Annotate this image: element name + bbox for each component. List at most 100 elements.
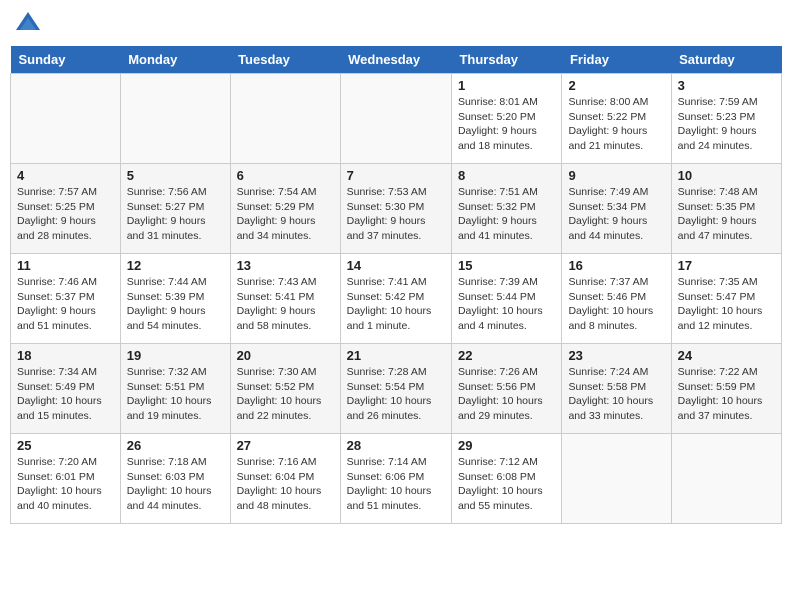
header-sunday: Sunday	[11, 46, 121, 74]
calendar-cell: 18 Sunrise: 7:34 AM Sunset: 5:49 PM Dayli…	[11, 344, 121, 434]
calendar-cell	[340, 74, 451, 164]
day-info: Sunrise: 7:39 AM Sunset: 5:44 PM Dayligh…	[458, 275, 555, 334]
calendar-cell: 9 Sunrise: 7:49 AM Sunset: 5:34 PM Daylig…	[562, 164, 671, 254]
day-number: 21	[347, 348, 445, 363]
day-info: Sunrise: 7:35 AM Sunset: 5:47 PM Dayligh…	[678, 275, 775, 334]
day-number: 10	[678, 168, 775, 183]
logo-icon	[14, 10, 42, 38]
day-info: Sunrise: 7:41 AM Sunset: 5:42 PM Dayligh…	[347, 275, 445, 334]
calendar-week-row: 11 Sunrise: 7:46 AM Sunset: 5:37 PM Dayli…	[11, 254, 782, 344]
calendar-cell: 24 Sunrise: 7:22 AM Sunset: 5:59 PM Dayli…	[671, 344, 781, 434]
day-number: 5	[127, 168, 224, 183]
calendar-cell: 26Sunrise: 7:18 AM Sunset: 6:03 PM Dayli…	[120, 434, 230, 524]
day-number: 11	[17, 258, 114, 273]
day-info: Sunrise: 7:43 AM Sunset: 5:41 PM Dayligh…	[237, 275, 334, 334]
logo	[14, 10, 46, 38]
day-number: 8	[458, 168, 555, 183]
day-info: Sunrise: 7:32 AM Sunset: 5:51 PM Dayligh…	[127, 365, 224, 424]
day-info: Sunrise: 7:44 AM Sunset: 5:39 PM Dayligh…	[127, 275, 224, 334]
day-number: 17	[678, 258, 775, 273]
day-info: Sunrise: 7:20 AM Sunset: 6:01 PM Dayligh…	[17, 455, 114, 514]
calendar-cell	[120, 74, 230, 164]
calendar-week-row: 25 Sunrise: 7:20 AM Sunset: 6:01 PM Dayli…	[11, 434, 782, 524]
day-number: 1	[458, 78, 555, 93]
day-info: Sunrise: 7:18 AM Sunset: 6:03 PM Dayligh…	[127, 455, 224, 514]
calendar-cell	[11, 74, 121, 164]
day-number: 9	[568, 168, 664, 183]
day-number: 2	[568, 78, 664, 93]
calendar-header-row: SundayMondayTuesdayWednesdayThursdayFrid…	[11, 46, 782, 74]
day-number: 25	[17, 438, 114, 453]
day-info: Sunrise: 7:37 AM Sunset: 5:46 PM Dayligh…	[568, 275, 664, 334]
calendar-cell: 13Sunrise: 7:43 AM Sunset: 5:41 PM Dayli…	[230, 254, 340, 344]
header-thursday: Thursday	[451, 46, 561, 74]
day-info: Sunrise: 7:53 AM Sunset: 5:30 PM Dayligh…	[347, 185, 445, 244]
calendar-cell	[671, 434, 781, 524]
day-number: 24	[678, 348, 775, 363]
header-saturday: Saturday	[671, 46, 781, 74]
day-number: 19	[127, 348, 224, 363]
day-info: Sunrise: 7:46 AM Sunset: 5:37 PM Dayligh…	[17, 275, 114, 334]
day-info: Sunrise: 7:24 AM Sunset: 5:58 PM Dayligh…	[568, 365, 664, 424]
calendar-cell: 2 Sunrise: 8:00 AM Sunset: 5:22 PM Daylig…	[562, 74, 671, 164]
calendar-cell: 1 Sunrise: 8:01 AM Sunset: 5:20 PM Daylig…	[451, 74, 561, 164]
day-info: Sunrise: 7:26 AM Sunset: 5:56 PM Dayligh…	[458, 365, 555, 424]
day-info: Sunrise: 7:14 AM Sunset: 6:06 PM Dayligh…	[347, 455, 445, 514]
calendar-cell: 15Sunrise: 7:39 AM Sunset: 5:44 PM Dayli…	[451, 254, 561, 344]
calendar-cell: 8 Sunrise: 7:51 AM Sunset: 5:32 PM Daylig…	[451, 164, 561, 254]
calendar-cell: 3 Sunrise: 7:59 AM Sunset: 5:23 PM Daylig…	[671, 74, 781, 164]
calendar-cell: 19 Sunrise: 7:32 AM Sunset: 5:51 PM Dayli…	[120, 344, 230, 434]
day-number: 3	[678, 78, 775, 93]
day-info: Sunrise: 7:22 AM Sunset: 5:59 PM Dayligh…	[678, 365, 775, 424]
day-info: Sunrise: 7:59 AM Sunset: 5:23 PM Dayligh…	[678, 95, 775, 154]
calendar-cell: 25 Sunrise: 7:20 AM Sunset: 6:01 PM Dayli…	[11, 434, 121, 524]
calendar-cell: 21 Sunrise: 7:28 AM Sunset: 5:54 PM Dayli…	[340, 344, 451, 434]
header-friday: Friday	[562, 46, 671, 74]
calendar-cell: 4Sunrise: 7:57 AM Sunset: 5:25 PM Daylig…	[11, 164, 121, 254]
calendar-cell: 17 Sunrise: 7:35 AM Sunset: 5:47 PM Dayli…	[671, 254, 781, 344]
day-info: Sunrise: 7:48 AM Sunset: 5:35 PM Dayligh…	[678, 185, 775, 244]
day-info: Sunrise: 7:28 AM Sunset: 5:54 PM Dayligh…	[347, 365, 445, 424]
day-info: Sunrise: 7:56 AM Sunset: 5:27 PM Dayligh…	[127, 185, 224, 244]
calendar-week-row: 4Sunrise: 7:57 AM Sunset: 5:25 PM Daylig…	[11, 164, 782, 254]
day-info: Sunrise: 8:01 AM Sunset: 5:20 PM Dayligh…	[458, 95, 555, 154]
calendar-cell	[562, 434, 671, 524]
day-number: 7	[347, 168, 445, 183]
calendar-cell: 5 Sunrise: 7:56 AM Sunset: 5:27 PM Daylig…	[120, 164, 230, 254]
day-number: 6	[237, 168, 334, 183]
day-info: Sunrise: 7:49 AM Sunset: 5:34 PM Dayligh…	[568, 185, 664, 244]
day-number: 16	[568, 258, 664, 273]
calendar-cell: 22Sunrise: 7:26 AM Sunset: 5:56 PM Dayli…	[451, 344, 561, 434]
day-number: 4	[17, 168, 114, 183]
calendar-cell: 11 Sunrise: 7:46 AM Sunset: 5:37 PM Dayli…	[11, 254, 121, 344]
calendar-week-row: 1 Sunrise: 8:01 AM Sunset: 5:20 PM Daylig…	[11, 74, 782, 164]
calendar-cell: 28 Sunrise: 7:14 AM Sunset: 6:06 PM Dayli…	[340, 434, 451, 524]
day-info: Sunrise: 7:16 AM Sunset: 6:04 PM Dayligh…	[237, 455, 334, 514]
day-info: Sunrise: 7:51 AM Sunset: 5:32 PM Dayligh…	[458, 185, 555, 244]
calendar-cell: 6Sunrise: 7:54 AM Sunset: 5:29 PM Daylig…	[230, 164, 340, 254]
day-number: 12	[127, 258, 224, 273]
day-number: 27	[237, 438, 334, 453]
day-info: Sunrise: 8:00 AM Sunset: 5:22 PM Dayligh…	[568, 95, 664, 154]
day-number: 20	[237, 348, 334, 363]
calendar-cell: 29 Sunrise: 7:12 AM Sunset: 6:08 PM Dayli…	[451, 434, 561, 524]
calendar-cell: 23 Sunrise: 7:24 AM Sunset: 5:58 PM Dayli…	[562, 344, 671, 434]
day-number: 23	[568, 348, 664, 363]
day-number: 28	[347, 438, 445, 453]
day-number: 18	[17, 348, 114, 363]
header-monday: Monday	[120, 46, 230, 74]
calendar-table: SundayMondayTuesdayWednesdayThursdayFrid…	[10, 46, 782, 524]
header-tuesday: Tuesday	[230, 46, 340, 74]
day-info: Sunrise: 7:30 AM Sunset: 5:52 PM Dayligh…	[237, 365, 334, 424]
day-info: Sunrise: 7:34 AM Sunset: 5:49 PM Dayligh…	[17, 365, 114, 424]
day-number: 29	[458, 438, 555, 453]
day-number: 14	[347, 258, 445, 273]
page-header	[10, 10, 782, 38]
calendar-week-row: 18 Sunrise: 7:34 AM Sunset: 5:49 PM Dayli…	[11, 344, 782, 434]
calendar-cell	[230, 74, 340, 164]
header-wednesday: Wednesday	[340, 46, 451, 74]
calendar-cell: 7 Sunrise: 7:53 AM Sunset: 5:30 PM Daylig…	[340, 164, 451, 254]
calendar-cell: 16 Sunrise: 7:37 AM Sunset: 5:46 PM Dayli…	[562, 254, 671, 344]
calendar-cell: 10 Sunrise: 7:48 AM Sunset: 5:35 PM Dayli…	[671, 164, 781, 254]
day-info: Sunrise: 7:12 AM Sunset: 6:08 PM Dayligh…	[458, 455, 555, 514]
